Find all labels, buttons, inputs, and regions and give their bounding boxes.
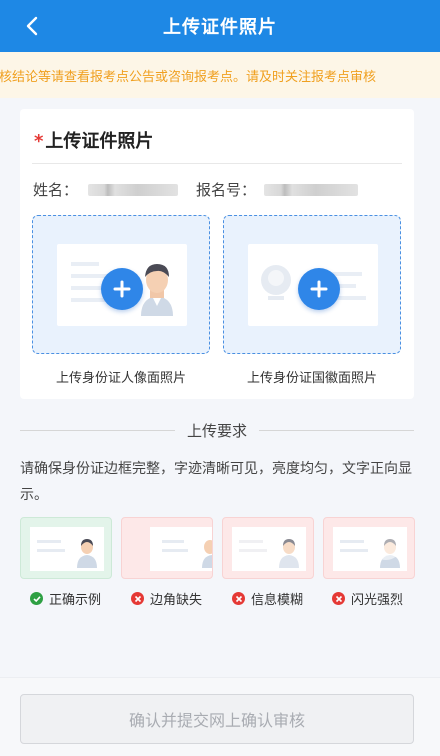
chevron-left-icon [26, 16, 38, 36]
requirements-header: 上传要求 [20, 420, 415, 440]
section-title: * 上传证件照片 [34, 127, 153, 153]
nav-bar: 上传证件照片 [0, 0, 440, 52]
example-label-missing-corner: 边角缺失 [131, 589, 202, 608]
check-icon [30, 592, 43, 605]
cross-icon [131, 592, 144, 605]
example-flash-glare-image [323, 517, 415, 579]
example-label-text: 正确示例 [49, 593, 102, 608]
example-label-blurry: 信息模糊 [232, 589, 303, 608]
requirements-title: 上传要求 [187, 421, 248, 440]
required-mark: * [34, 131, 44, 152]
cross-icon [232, 592, 245, 605]
divider [32, 163, 402, 164]
example-gallery [20, 517, 420, 579]
upload-card: * 上传证件照片 姓名： 报名号： 上传身份证人像面照片 上传身份证国徽面照片 [20, 109, 414, 399]
exam-no-label: 报名号： [196, 181, 257, 199]
back-button[interactable] [18, 12, 46, 40]
footer-bar: 确认并提交网上确认审核 [0, 677, 440, 756]
example-label-flash: 闪光强烈 [332, 589, 403, 608]
submit-confirm-button[interactable]: 确认并提交网上确认审核 [20, 694, 414, 744]
example-label-correct: 正确示例 [30, 589, 101, 608]
example-labels: 正确示例 边角缺失 信息模糊 闪光强烈 [20, 589, 420, 609]
upload-emblem-label: 上传身份证国徽面照片 [246, 371, 377, 386]
example-label-text: 信息模糊 [251, 593, 304, 608]
upload-portrait-label: 上传身份证人像面照片 [55, 371, 186, 386]
plus-icon [101, 268, 143, 310]
notice-text: 审核结论等请查看报考点公告或咨询报考点。请及时关注报考点审核 [0, 69, 377, 85]
cross-icon [332, 592, 345, 605]
section-title-text: 上传证件照片 [45, 131, 154, 152]
applicant-info: 姓名： 报名号： [33, 179, 359, 200]
exam-no-value-redacted [264, 183, 359, 196]
divider [259, 429, 415, 431]
example-missing-corner-image [121, 517, 213, 579]
example-correct-image [20, 517, 112, 579]
notice-banner: 审核结论等请查看报考点公告或咨询报考点。请及时关注报考点审核 [0, 52, 440, 98]
plus-icon [298, 268, 340, 310]
upload-portrait-button[interactable] [32, 215, 210, 354]
name-label: 姓名： [33, 181, 79, 199]
page-title: 上传证件照片 [163, 17, 277, 38]
name-value-redacted [88, 183, 179, 196]
id-card-portrait-illustration [57, 244, 187, 326]
example-label-text: 闪光强烈 [351, 593, 404, 608]
upload-emblem-button[interactable] [223, 215, 401, 354]
requirements-text: 请确保身份证边框完整，字迹清晰可见，亮度均匀，文字正向显示。 [20, 461, 412, 503]
example-blurry-image [222, 517, 314, 579]
id-card-emblem-illustration [248, 244, 378, 326]
example-label-text: 边角缺失 [150, 593, 203, 608]
divider [20, 429, 175, 431]
